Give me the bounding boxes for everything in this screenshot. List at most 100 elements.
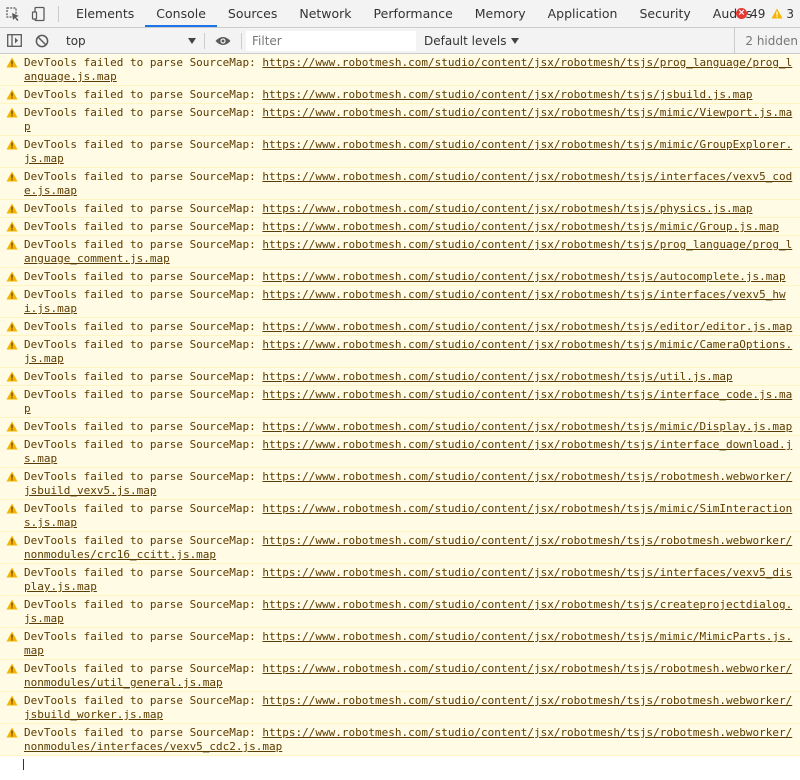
message-text: DevTools failed to parse SourceMap: — [24, 534, 263, 547]
warning-icon — [6, 89, 18, 100]
console-warning-message: DevTools failed to parse SourceMap: http… — [0, 385, 800, 418]
console-warning-message: DevTools failed to parse SourceMap: http… — [0, 85, 800, 104]
source-map-link[interactable]: https://www.robotmesh.com/studio/content… — [262, 320, 792, 333]
console-warning-message: DevTools failed to parse SourceMap: http… — [0, 54, 800, 86]
warning-icon — [6, 321, 18, 332]
dropdown-arrow-icon — [188, 37, 196, 44]
source-map-link[interactable]: https://www.robotmesh.com/studio/content… — [262, 420, 792, 433]
warning-icon — [6, 421, 18, 432]
console-warning-message: DevTools failed to parse SourceMap: http… — [0, 627, 800, 660]
inspect-element-icon[interactable] — [0, 0, 26, 27]
tab-network[interactable]: Network — [288, 0, 362, 27]
console-warning-message: DevTools failed to parse SourceMap: http… — [0, 563, 800, 596]
console-warning-message: DevTools failed to parse SourceMap: http… — [0, 317, 800, 336]
source-map-link[interactable]: https://www.robotmesh.com/studio/content… — [262, 270, 785, 283]
show-sidebar-icon[interactable] — [0, 28, 28, 53]
tab-console[interactable]: Console — [145, 0, 217, 27]
tab-sources[interactable]: Sources — [217, 0, 288, 27]
source-map-link[interactable]: https://www.robotmesh.com/studio/content… — [262, 202, 752, 215]
message-text: DevTools failed to parse SourceMap: — [24, 598, 263, 611]
warning-icon — [6, 567, 18, 578]
message-text: DevTools failed to parse SourceMap: — [24, 338, 263, 351]
console-warning-message: DevTools failed to parse SourceMap: http… — [0, 285, 800, 318]
console-warning-message: DevTools failed to parse SourceMap: http… — [0, 417, 800, 436]
message-text: DevTools failed to parse SourceMap: — [24, 502, 263, 515]
tab-performance[interactable]: Performance — [363, 0, 464, 27]
warning-icon — [6, 371, 18, 382]
warning-icon — [6, 471, 18, 482]
console-warning-message: DevTools failed to parse SourceMap: http… — [0, 217, 800, 236]
issue-counters[interactable]: × 49 3 — [730, 0, 800, 27]
console-messages: DevTools failed to parse SourceMap: http… — [0, 54, 800, 780]
message-text: DevTools failed to parse SourceMap: — [24, 288, 263, 301]
console-warning-message: DevTools failed to parse SourceMap: http… — [0, 367, 800, 386]
clear-console-icon[interactable] — [28, 28, 56, 53]
warning-icon — [6, 289, 18, 300]
console-toolbar: top Default levels 2 hidden — [0, 28, 800, 54]
console-prompt[interactable] — [0, 756, 800, 772]
error-count: 49 — [750, 6, 766, 21]
context-selector[interactable]: top — [60, 31, 200, 51]
message-list: DevTools failed to parse SourceMap: http… — [0, 54, 800, 756]
message-text: DevTools failed to parse SourceMap: — [24, 106, 263, 119]
source-map-link[interactable]: https://www.robotmesh.com/studio/content… — [262, 370, 732, 383]
warning-counter[interactable]: 3 — [771, 7, 794, 21]
console-warning-message: DevTools failed to parse SourceMap: http… — [0, 691, 800, 724]
tab-label: Sources — [227, 6, 278, 21]
message-text: DevTools failed to parse SourceMap: — [24, 88, 263, 101]
tab-label: Performance — [373, 6, 453, 21]
toolbar-separator — [204, 32, 205, 49]
hidden-messages-count: 2 hidden — [734, 28, 800, 53]
message-text: DevTools failed to parse SourceMap: — [24, 370, 263, 383]
message-text: DevTools failed to parse SourceMap: — [24, 726, 263, 739]
error-icon: × — [736, 8, 748, 19]
warning-icon — [6, 271, 18, 282]
warning-icon — [6, 695, 18, 706]
dropdown-arrow-icon — [511, 37, 520, 44]
message-text: DevTools failed to parse SourceMap: — [24, 170, 263, 183]
warning-icon — [6, 107, 18, 118]
console-warning-message: DevTools failed to parse SourceMap: http… — [0, 467, 800, 500]
log-levels-dropdown[interactable]: Default levels — [424, 34, 520, 48]
console-warning-message: DevTools failed to parse SourceMap: http… — [0, 335, 800, 368]
warning-icon — [6, 727, 18, 738]
error-counter[interactable]: × 49 — [736, 7, 765, 21]
tab-elements[interactable]: Elements — [65, 0, 145, 27]
message-text: DevTools failed to parse SourceMap: — [24, 694, 263, 707]
tab-label: Network — [299, 6, 352, 21]
tab-application[interactable]: Application — [537, 0, 629, 27]
hidden-label: 2 hidden — [745, 33, 798, 48]
warning-icon — [6, 389, 18, 400]
tab-label: Application — [547, 6, 618, 21]
source-map-link[interactable]: https://www.robotmesh.com/studio/content… — [262, 88, 752, 101]
warning-icon — [6, 631, 18, 642]
warning-icon — [6, 439, 18, 450]
tab-label: Elements — [76, 6, 135, 21]
console-warning-message: DevTools failed to parse SourceMap: http… — [0, 659, 800, 692]
message-text: DevTools failed to parse SourceMap: — [24, 438, 263, 451]
console-warning-message: DevTools failed to parse SourceMap: http… — [0, 167, 800, 200]
message-text: DevTools failed to parse SourceMap: — [24, 220, 263, 233]
console-warning-message: DevTools failed to parse SourceMap: http… — [0, 723, 800, 756]
message-text: DevTools failed to parse SourceMap: — [24, 238, 263, 251]
tab-label: Security — [639, 6, 691, 21]
console-warning-message: DevTools failed to parse SourceMap: http… — [0, 435, 800, 468]
tab-memory[interactable]: Memory — [464, 0, 537, 27]
console-warning-message: DevTools failed to parse SourceMap: http… — [0, 103, 800, 136]
filter-input[interactable] — [246, 30, 416, 51]
panel-tabs: Elements Console Sources Network Perform… — [65, 0, 763, 27]
tab-security[interactable]: Security — [628, 0, 701, 27]
warning-icon — [6, 57, 18, 68]
warning-icon — [6, 203, 18, 214]
source-map-link[interactable]: https://www.robotmesh.com/studio/content… — [262, 220, 779, 233]
warning-icon — [6, 171, 18, 182]
warning-icon — [6, 221, 18, 232]
message-text: DevTools failed to parse SourceMap: — [24, 320, 263, 333]
console-warning-message: DevTools failed to parse SourceMap: http… — [0, 199, 800, 218]
live-expression-eye-icon[interactable] — [209, 28, 237, 53]
message-text: DevTools failed to parse SourceMap: — [24, 662, 263, 675]
message-text: DevTools failed to parse SourceMap: — [24, 138, 263, 151]
message-text: DevTools failed to parse SourceMap: — [24, 566, 263, 579]
device-toolbar-icon[interactable] — [26, 0, 52, 27]
message-text: DevTools failed to parse SourceMap: — [24, 202, 263, 215]
